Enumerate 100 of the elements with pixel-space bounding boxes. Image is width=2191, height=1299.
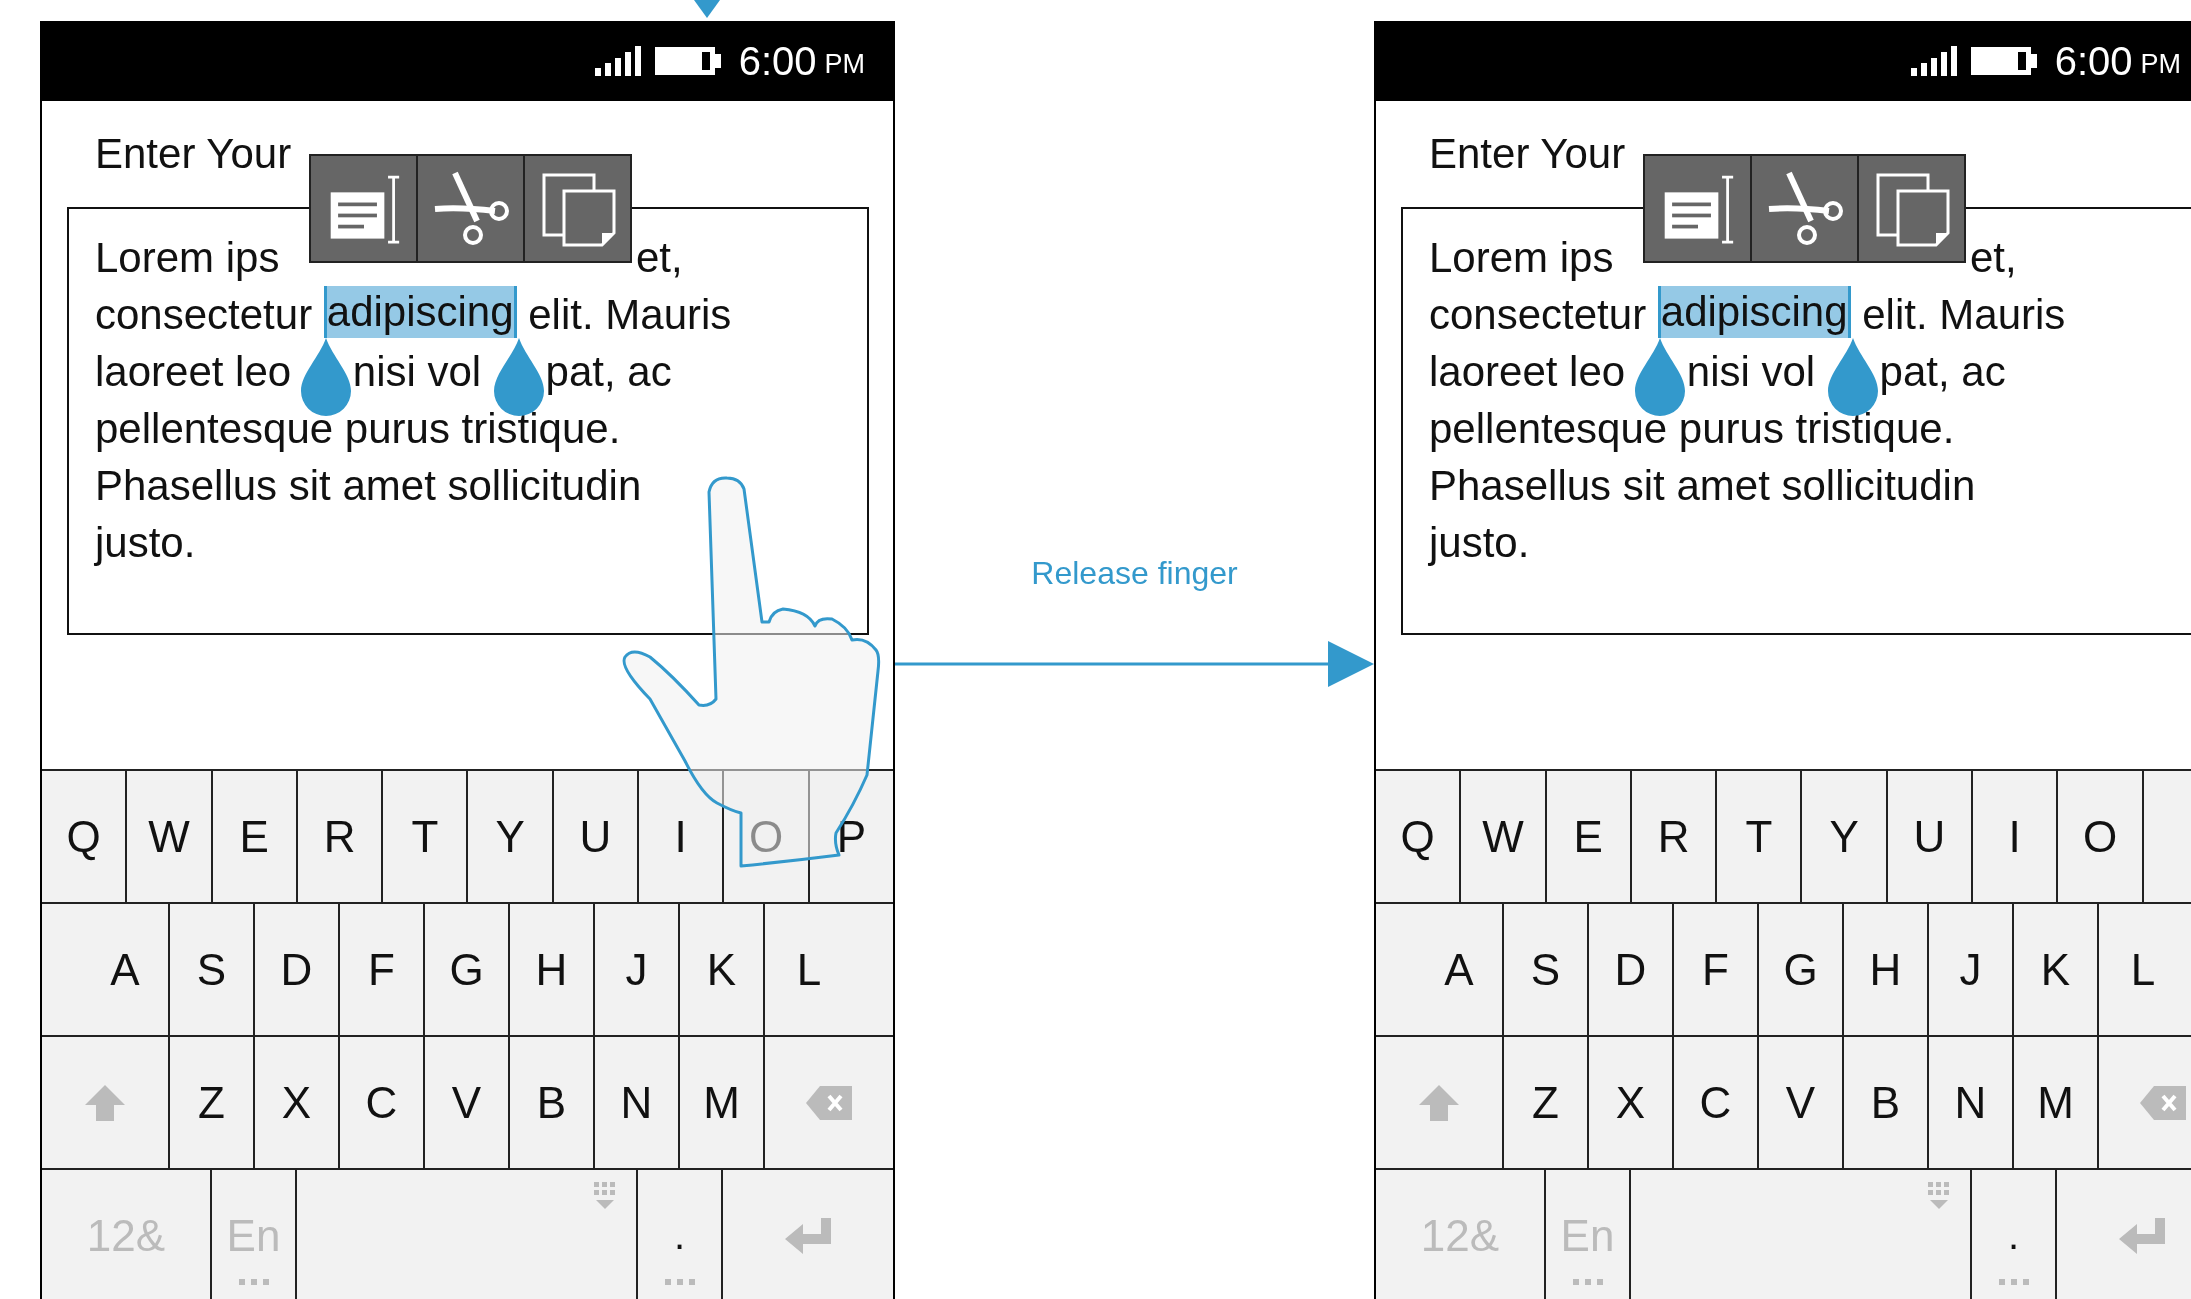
- key[interactable]: D: [255, 904, 340, 1035]
- body-text: Phasellus sit amet sollicitudin: [1429, 462, 1976, 509]
- key[interactable]: F: [340, 904, 425, 1035]
- period-key[interactable]: .: [1972, 1170, 2057, 1299]
- key[interactable]: K: [680, 904, 765, 1035]
- status-ampm: PM: [2140, 47, 2181, 80]
- key[interactable]: K: [2014, 904, 2099, 1035]
- key[interactable]: V: [425, 1037, 510, 1168]
- more-dots-icon: [1572, 1279, 1603, 1285]
- body-text: Lorem ips: [95, 234, 280, 281]
- key[interactable]: S: [1504, 904, 1589, 1035]
- key[interactable]: G: [425, 904, 510, 1035]
- key[interactable]: N: [595, 1037, 680, 1168]
- status-time: 6:00: [2054, 38, 2133, 84]
- select-all-button[interactable]: [311, 156, 416, 261]
- key[interactable]: I: [1973, 771, 2059, 902]
- key[interactable]: E: [1546, 771, 1632, 902]
- body-text: pat, ac: [1879, 347, 2006, 397]
- key[interactable]: R: [1631, 771, 1718, 902]
- body-text: consectetur: [95, 291, 314, 338]
- key[interactable]: Q: [42, 771, 128, 902]
- key[interactable]: G: [1759, 904, 1844, 1035]
- key[interactable]: Y: [468, 771, 554, 902]
- body-text: pellentesque purus tristique.: [1429, 405, 1955, 452]
- key[interactable]: A: [42, 904, 170, 1035]
- field-label: Enter Your: [1429, 131, 1627, 177]
- key[interactable]: U: [553, 771, 640, 902]
- key[interactable]: W: [1461, 771, 1547, 902]
- key[interactable]: O: [2058, 771, 2144, 902]
- key[interactable]: L: [2099, 904, 2191, 1035]
- key[interactable]: Z: [170, 1037, 255, 1168]
- period-key[interactable]: .: [638, 1170, 723, 1299]
- cut-button[interactable]: [1752, 156, 1857, 261]
- key[interactable]: P: [809, 771, 893, 902]
- key[interactable]: Z: [1504, 1037, 1589, 1168]
- status-time: 6:00: [738, 38, 817, 84]
- backspace-icon: [806, 1085, 852, 1120]
- key[interactable]: H: [510, 904, 595, 1035]
- key[interactable]: M: [2014, 1037, 2099, 1168]
- body-text: et,: [1970, 233, 2017, 283]
- backspace-key[interactable]: [765, 1037, 893, 1168]
- shift-key[interactable]: [1376, 1037, 1504, 1168]
- more-dots-icon: [1998, 1279, 2029, 1285]
- key[interactable]: T: [1717, 771, 1803, 902]
- key[interactable]: V: [1759, 1037, 1844, 1168]
- key[interactable]: C: [340, 1037, 425, 1168]
- copy-button[interactable]: [525, 156, 630, 261]
- key[interactable]: U: [1887, 771, 1974, 902]
- key[interactable]: C: [1674, 1037, 1759, 1168]
- field-label: Enter Your: [95, 131, 293, 177]
- key[interactable]: N: [1929, 1037, 2014, 1168]
- select-all-button[interactable]: [1645, 156, 1750, 261]
- key[interactable]: X: [1589, 1037, 1674, 1168]
- cut-button[interactable]: [418, 156, 523, 261]
- key[interactable]: F: [1674, 904, 1759, 1035]
- key[interactable]: L: [765, 904, 893, 1035]
- key[interactable]: A: [1376, 904, 1504, 1035]
- body-text: et,: [636, 233, 683, 283]
- body-text: justo.: [1429, 519, 1530, 566]
- key[interactable]: H: [1844, 904, 1929, 1035]
- body-text: laoreet leo: [1429, 348, 1626, 395]
- body-text: nisi vol: [352, 347, 482, 397]
- key[interactable]: X: [255, 1037, 340, 1168]
- body-text: elit. Mauris: [1861, 291, 2066, 338]
- shift-arrow-icon: [1419, 1084, 1459, 1121]
- body-text: pat, ac: [545, 347, 672, 397]
- body-text: elit. Mauris: [527, 291, 732, 338]
- key[interactable]: S: [170, 904, 255, 1035]
- copy-button[interactable]: [1859, 156, 1964, 261]
- key[interactable]: T: [383, 771, 469, 902]
- arrowhead: [694, 0, 720, 18]
- backspace-key[interactable]: [2099, 1037, 2191, 1168]
- key[interactable]: Y: [1802, 771, 1888, 902]
- body-text: consectetur: [1429, 291, 1648, 338]
- enter-key[interactable]: [2057, 1170, 2191, 1299]
- backspace-icon: [2140, 1085, 2186, 1120]
- key[interactable]: J: [595, 904, 680, 1035]
- key[interactable]: D: [1589, 904, 1674, 1035]
- selected-text: adipiscing: [323, 286, 517, 338]
- keyboard-hide-icon: [594, 1182, 616, 1210]
- shift-key[interactable]: [42, 1037, 170, 1168]
- key[interactable]: M: [680, 1037, 765, 1168]
- keyboard-hide-icon: [1928, 1182, 1950, 1210]
- body-text: nisi vol: [1686, 347, 1816, 397]
- key[interactable]: R: [297, 771, 384, 902]
- key[interactable]: E: [212, 771, 298, 902]
- return-arrow-icon: [2119, 1217, 2165, 1254]
- key[interactable]: B: [510, 1037, 595, 1168]
- battery-icon: [1970, 47, 2037, 75]
- body-text: Lorem ips: [1429, 234, 1614, 281]
- enter-key[interactable]: [723, 1170, 893, 1299]
- key[interactable]: Q: [1376, 771, 1462, 902]
- key[interactable]: J: [1929, 904, 2014, 1035]
- body-text: Phasellus sit amet sollicitudin: [95, 462, 642, 509]
- key[interactable]: I: [639, 771, 725, 902]
- body-text: laoreet leo: [95, 348, 292, 395]
- key[interactable]: B: [1844, 1037, 1929, 1168]
- transition-label: Release finger: [1031, 554, 1238, 593]
- signal-icon: [594, 46, 641, 76]
- key[interactable]: W: [127, 771, 213, 902]
